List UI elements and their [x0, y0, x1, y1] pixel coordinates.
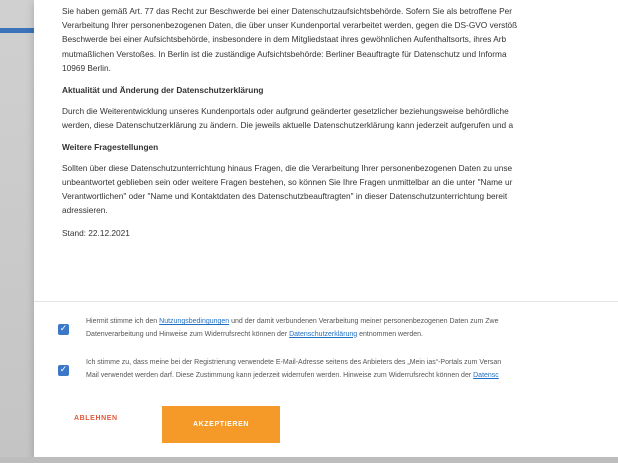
section-heading: Aktualität und Änderung der Datenschutze… — [62, 85, 264, 96]
accept-button[interactable]: AKZEPTIEREN — [162, 406, 280, 443]
privacy-consent-dialog: Sie haben gemäß Art. 77 das Recht zur Be… — [34, 0, 618, 458]
privacy-paragraph: Sie haben gemäß Art. 77 das Recht zur Be… — [62, 6, 518, 73]
privacy-policy-link[interactable]: Datensc — [473, 372, 499, 379]
section-heading: Weitere Fragestellungen — [62, 141, 159, 152]
email-consent-text: Ich stimme zu, dass meine bei der Regist… — [86, 359, 502, 379]
terms-consent-text: Hiermit stimme ich den Nutzungsbedingung… — [86, 318, 499, 338]
privacy-paragraph: Sollten über diese Datenschutzunterricht… — [62, 162, 513, 216]
checkmark-icon: ✓ — [59, 324, 68, 334]
decline-button[interactable]: ABLEHNEN — [74, 415, 118, 422]
divider — [34, 301, 618, 302]
checkmark-icon: ✓ — [59, 365, 68, 375]
privacy-policy-link[interactable]: Datenschutzerklärung — [289, 331, 357, 338]
privacy-policy-text: Sie haben gemäß Art. 77 das Recht zur Be… — [62, 4, 618, 240]
terms-checkbox[interactable]: ✓ — [58, 324, 69, 335]
terms-link[interactable]: Nutzungsbedingungen — [159, 318, 229, 325]
page-bottom-edge — [0, 457, 618, 463]
privacy-paragraph: Durch die Weiterentwicklung unseres Kund… — [62, 106, 514, 131]
email-checkbox[interactable]: ✓ — [58, 365, 69, 376]
stand-date: Stand: 22.12.2021 — [62, 227, 130, 238]
